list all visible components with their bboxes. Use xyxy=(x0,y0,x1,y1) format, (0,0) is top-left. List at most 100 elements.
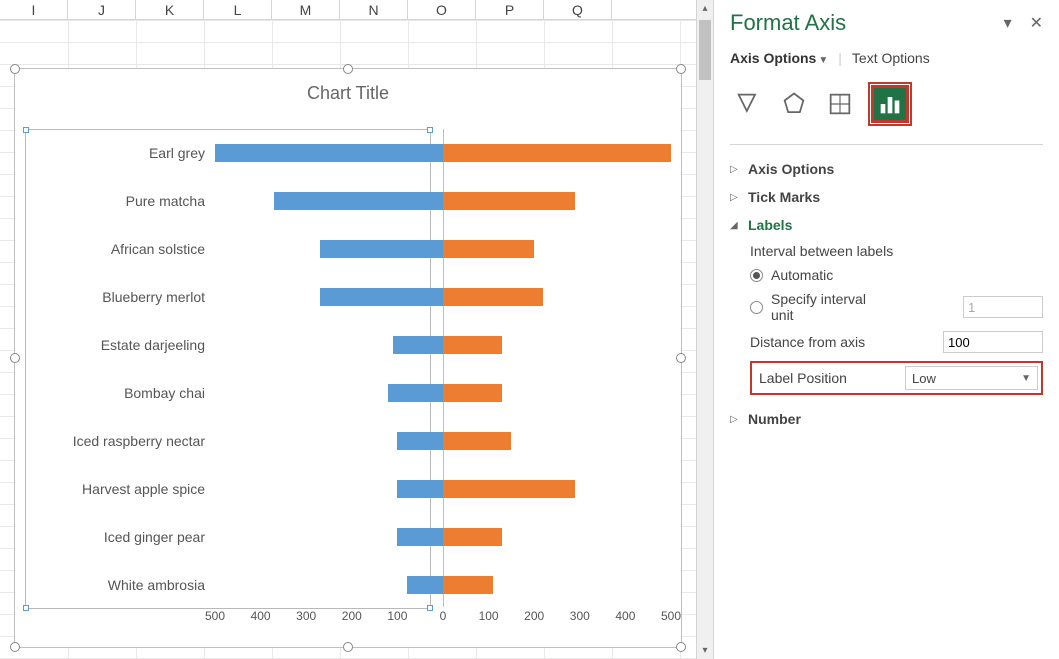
bar-series1[interactable] xyxy=(397,528,443,546)
close-icon[interactable]: ✕ xyxy=(1030,13,1043,33)
resize-handle[interactable] xyxy=(10,642,20,652)
bar-row[interactable]: Bombay chai xyxy=(215,384,669,402)
resize-handle[interactable] xyxy=(676,353,686,363)
radio-icon[interactable] xyxy=(750,301,763,314)
column-header[interactable]: Q xyxy=(544,0,612,19)
bar-series2[interactable] xyxy=(443,528,502,546)
pane-options-dropdown[interactable]: ▾ xyxy=(1004,13,1012,33)
bar-row[interactable]: Blueberry merlot xyxy=(215,288,669,306)
bar-series1[interactable] xyxy=(407,576,443,594)
bar-series1[interactable] xyxy=(274,192,443,210)
column-header[interactable]: L xyxy=(204,0,272,19)
value-axis-tick: 100 xyxy=(387,609,407,623)
bar-series2[interactable] xyxy=(443,240,534,258)
tab-text-options[interactable]: Text Options xyxy=(852,50,930,66)
chart-object[interactable]: Chart Title Earl grey Pure matcha African … xyxy=(14,68,682,648)
column-header[interactable]: I xyxy=(0,0,68,19)
bar-series2[interactable] xyxy=(443,432,511,450)
value-axis-tick: 200 xyxy=(524,609,544,623)
scroll-up-button[interactable]: ▴ xyxy=(697,0,713,17)
bar-series2[interactable] xyxy=(443,192,575,210)
category-axis-label[interactable]: Pure matcha xyxy=(25,192,205,210)
bar-series1[interactable] xyxy=(393,336,443,354)
bar-row[interactable]: Iced raspberry nectar xyxy=(215,432,669,450)
bar-row[interactable]: Iced ginger pear xyxy=(215,528,669,546)
worksheet[interactable]: IJKLMNOPQ Chart Title Earl grey Pure matc… xyxy=(0,0,700,659)
scroll-thumb[interactable] xyxy=(699,20,711,80)
distance-from-axis-input[interactable] xyxy=(943,331,1043,353)
bar-row[interactable]: Earl grey xyxy=(215,144,669,162)
category-axis-label[interactable]: Bombay chai xyxy=(25,384,205,402)
label-position-value: Low xyxy=(912,371,936,386)
section-number[interactable]: ▷ Number xyxy=(730,405,1043,433)
column-header[interactable]: N xyxy=(340,0,408,19)
section-axis-options[interactable]: ▷ Axis Options xyxy=(730,155,1043,183)
value-axis[interactable]: 5004003002001000100200300400500 xyxy=(215,609,669,629)
bar-row[interactable]: African solstice xyxy=(215,240,669,258)
bar-series2[interactable] xyxy=(443,336,502,354)
bar-series1[interactable] xyxy=(397,480,443,498)
bar-row[interactable]: Estate darjeeling xyxy=(215,336,669,354)
column-header[interactable]: P xyxy=(476,0,544,19)
radio-automatic[interactable]: Automatic xyxy=(750,267,1043,283)
radio-specify-interval[interactable]: Specify interval unit xyxy=(750,291,1043,323)
section-tick-marks[interactable]: ▷ Tick Marks xyxy=(730,183,1043,211)
value-axis-tick: 200 xyxy=(342,609,362,623)
bar-series1[interactable] xyxy=(397,432,443,450)
category-axis-label[interactable]: Earl grey xyxy=(25,144,205,162)
category-axis-label[interactable]: Iced raspberry nectar xyxy=(25,432,205,450)
vertical-scrollbar[interactable]: ▴ ▾ xyxy=(696,0,713,659)
effects-icon[interactable] xyxy=(776,86,812,122)
bar-series1[interactable] xyxy=(215,144,443,162)
tab-axis-options[interactable]: Axis Options▼ xyxy=(730,50,828,66)
axis-options-icon[interactable] xyxy=(872,86,908,122)
bar-row[interactable]: Harvest apple spice xyxy=(215,480,669,498)
pane-title: Format Axis xyxy=(730,10,846,36)
chevron-right-icon: ▷ xyxy=(730,192,742,203)
bar-series1[interactable] xyxy=(320,288,443,306)
column-header[interactable]: M xyxy=(272,0,340,19)
category-axis-label[interactable]: Blueberry merlot xyxy=(25,288,205,306)
resize-handle[interactable] xyxy=(343,64,353,74)
resize-handle[interactable] xyxy=(676,64,686,74)
fill-line-icon[interactable] xyxy=(730,86,766,122)
bar-series2[interactable] xyxy=(443,288,543,306)
resize-handle[interactable] xyxy=(343,642,353,652)
axis-handle[interactable] xyxy=(23,605,29,611)
size-properties-icon[interactable] xyxy=(822,86,858,122)
label-position-label: Label Position xyxy=(755,370,905,386)
column-header[interactable]: K xyxy=(136,0,204,19)
bar-series2[interactable] xyxy=(443,576,493,594)
bar-series2[interactable] xyxy=(443,480,575,498)
column-header[interactable]: O xyxy=(408,0,476,19)
axis-handle[interactable] xyxy=(23,127,29,133)
category-axis-label[interactable]: Estate darjeeling xyxy=(25,336,205,354)
radio-label: Specify interval unit xyxy=(771,291,891,323)
bar-series1[interactable] xyxy=(388,384,443,402)
radio-icon[interactable] xyxy=(750,269,763,282)
category-axis-label[interactable]: White ambrosia xyxy=(25,576,205,594)
tab-separator: | xyxy=(838,50,842,66)
label-position-row: Label Position Low ▼ xyxy=(750,361,1043,395)
value-axis-tick: 0 xyxy=(440,609,447,623)
category-axis-label[interactable]: Iced ginger pear xyxy=(25,528,205,546)
bar-series2[interactable] xyxy=(443,384,502,402)
bar-series1[interactable] xyxy=(320,240,443,258)
plot-area[interactable]: Earl grey Pure matcha African solstice Blue… xyxy=(215,129,669,607)
scroll-down-button[interactable]: ▾ xyxy=(697,642,713,659)
column-header[interactable]: J xyxy=(68,0,136,19)
resize-handle[interactable] xyxy=(676,642,686,652)
category-axis-label[interactable]: Harvest apple spice xyxy=(25,480,205,498)
section-labels[interactable]: ◢ Labels xyxy=(730,211,1043,239)
bar-series2[interactable] xyxy=(443,144,671,162)
bar-row[interactable]: Pure matcha xyxy=(215,192,669,210)
label-position-select[interactable]: Low ▼ xyxy=(905,366,1038,390)
resize-handle[interactable] xyxy=(10,353,20,363)
resize-handle[interactable] xyxy=(10,64,20,74)
bar-row[interactable]: White ambrosia xyxy=(215,576,669,594)
value-axis-tick: 500 xyxy=(661,609,681,623)
chart-title[interactable]: Chart Title xyxy=(15,69,681,104)
category-axis-label[interactable]: African solstice xyxy=(25,240,205,258)
specify-interval-input[interactable] xyxy=(963,296,1043,318)
section-label: Labels xyxy=(748,217,792,233)
